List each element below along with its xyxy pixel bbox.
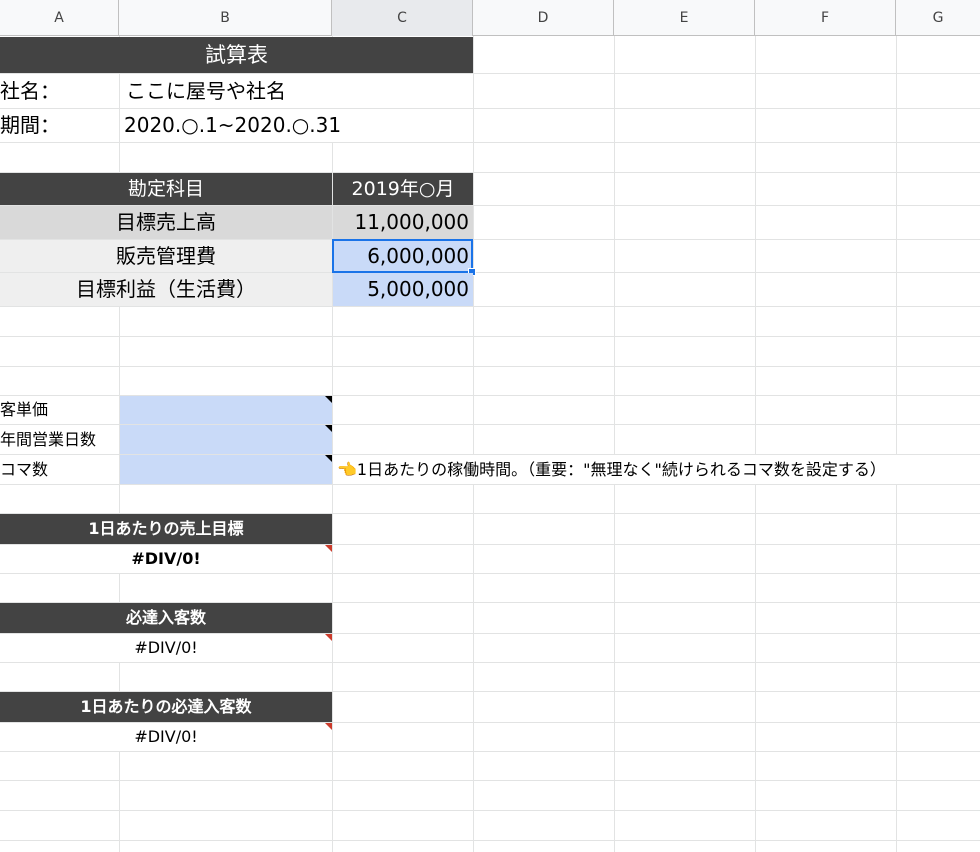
result-header-daily-sales[interactable]: 1日あたりの売上目標 bbox=[0, 514, 332, 544]
active-cell-selection bbox=[332, 239, 473, 273]
koma-note[interactable]: 👈1日あたりの稼働時間。（重要："無理なく"続けられるコマ数を設定する） bbox=[337, 455, 977, 484]
note-marker-icon bbox=[325, 425, 332, 432]
sheet-title[interactable]: 試算表 bbox=[0, 37, 473, 73]
company-value[interactable]: ここに屋号や社名 bbox=[120, 74, 472, 108]
row-label-target-sales[interactable]: 目標売上高 bbox=[0, 206, 332, 239]
input-cell-unit-price[interactable] bbox=[120, 396, 332, 424]
comment-marker-icon bbox=[325, 634, 332, 641]
input-label-business-days[interactable]: 年間営業日数 bbox=[0, 425, 119, 454]
column-header-b[interactable]: B bbox=[119, 0, 332, 36]
period-label[interactable]: 期間： bbox=[0, 109, 119, 142]
header-account-item[interactable]: 勘定科目 bbox=[0, 173, 332, 205]
period-value[interactable]: 2020.○.1~2020.○.31 bbox=[120, 109, 472, 142]
comment-marker-icon bbox=[325, 723, 332, 730]
company-label[interactable]: 社名： bbox=[0, 74, 119, 108]
row-value-target-sales[interactable]: 11,000,000 bbox=[333, 206, 473, 239]
input-label-unit-price[interactable]: 客単価 bbox=[0, 396, 119, 424]
result-value-daily-sales[interactable]: #DIV/0! bbox=[0, 545, 332, 573]
column-header-f[interactable]: F bbox=[755, 0, 896, 36]
result-value-daily-required-customers[interactable]: #DIV/0! bbox=[0, 723, 332, 751]
input-cell-koma[interactable] bbox=[120, 455, 332, 484]
comment-marker-icon bbox=[325, 545, 332, 552]
result-header-required-customers[interactable]: 必達入客数 bbox=[0, 603, 332, 633]
column-header-bar: A B C D E F G bbox=[0, 0, 980, 36]
header-month[interactable]: 2019年○月 bbox=[333, 173, 473, 205]
input-label-koma[interactable]: コマ数 bbox=[0, 455, 119, 484]
row-label-sga[interactable]: 販売管理費 bbox=[0, 240, 332, 272]
result-value-required-customers[interactable]: #DIV/0! bbox=[0, 634, 332, 662]
column-header-c[interactable]: C bbox=[332, 0, 473, 36]
note-marker-icon bbox=[325, 396, 332, 403]
row-label-target-profit[interactable]: 目標利益（生活費） bbox=[0, 273, 332, 306]
result-header-daily-required-customers[interactable]: 1日あたりの必達入客数 bbox=[0, 692, 332, 722]
column-header-g[interactable]: G bbox=[896, 0, 980, 36]
note-marker-icon bbox=[325, 455, 332, 462]
row-value-target-profit[interactable]: 5,000,000 bbox=[333, 273, 473, 306]
input-cell-business-days[interactable] bbox=[120, 425, 332, 454]
column-header-d[interactable]: D bbox=[473, 0, 614, 36]
column-header-e[interactable]: E bbox=[614, 0, 755, 36]
column-header-a[interactable]: A bbox=[0, 0, 119, 36]
